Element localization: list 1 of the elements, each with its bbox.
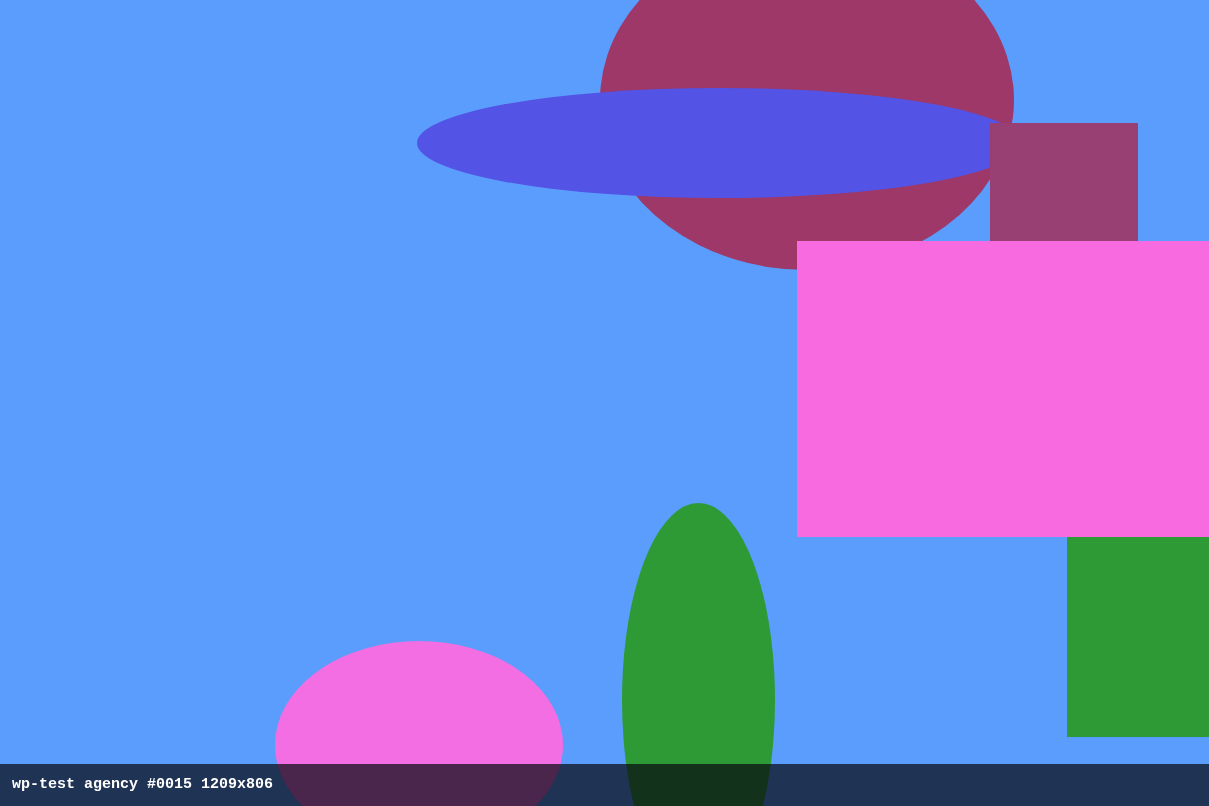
- caption-text: wp-test agency #0015 1209x806: [12, 776, 274, 794]
